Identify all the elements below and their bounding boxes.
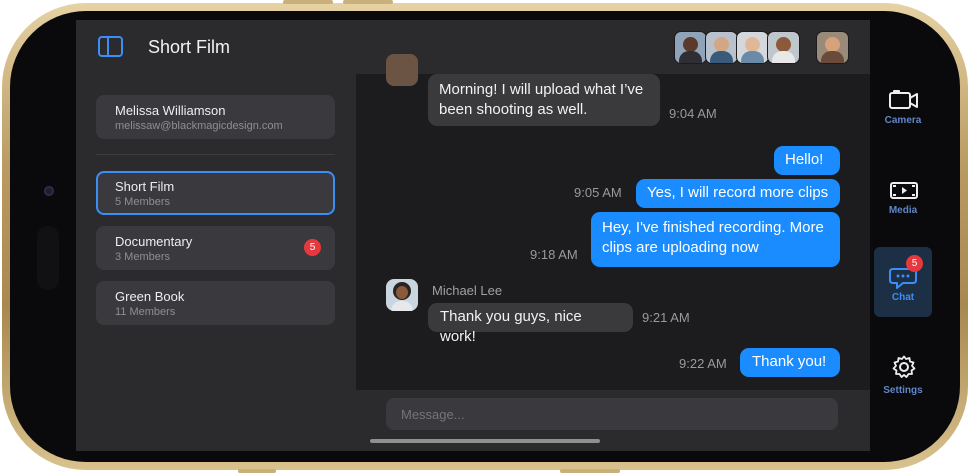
message-bubble: Thank you guys, nice work!: [428, 303, 633, 345]
message-composer: [356, 390, 870, 451]
avatar[interactable]: [705, 31, 738, 64]
message-time: 9:18 AM: [530, 247, 578, 262]
project-item-documentary[interactable]: Documentary 3 Members 5: [96, 226, 335, 270]
side-button: [238, 469, 276, 473]
avatar: [386, 54, 418, 86]
camera-icon: [889, 90, 918, 109]
tab-bar: Camera Media 5 Chat Settings: [870, 20, 936, 451]
message-bubble: Thank you!: [740, 348, 840, 377]
account-email: melissaw@blackmagicdesign.com: [115, 120, 283, 132]
gear-icon: [892, 355, 916, 378]
message-time: 9:05 AM: [574, 185, 622, 200]
project-name: Short Film: [115, 179, 175, 194]
avatar: [386, 279, 418, 311]
message-time: 9:04 AM: [669, 106, 717, 121]
volume-button: [283, 0, 333, 4]
front-camera-icon: [44, 186, 54, 196]
message-input[interactable]: [386, 398, 838, 430]
home-indicator: [370, 439, 600, 443]
volume-button: [343, 0, 393, 4]
header-bar: Short Film: [76, 20, 870, 74]
tab-camera[interactable]: Camera: [874, 70, 932, 140]
project-name: Green Book: [115, 289, 185, 304]
app-screen: Short Film Melissa Williamson melissaw@b…: [76, 20, 870, 451]
divider: [96, 154, 335, 155]
sidebar-toggle-icon[interactable]: [98, 36, 123, 57]
chat-badge: 5: [906, 255, 923, 272]
tab-label: Settings: [883, 385, 923, 396]
avatar[interactable]: [674, 31, 707, 64]
tab-label: Media: [888, 205, 918, 216]
project-item-green-book[interactable]: Green Book 11 Members: [96, 281, 335, 325]
project-name: Documentary: [115, 234, 193, 249]
project-members: 3 Members: [115, 251, 171, 263]
avatar[interactable]: [816, 31, 849, 64]
project-sidebar: Melissa Williamson melissaw@blackmagicde…: [76, 74, 356, 451]
unread-badge: 5: [304, 239, 321, 256]
message-bubble: Hello!: [774, 146, 840, 175]
tab-media[interactable]: Media: [874, 160, 932, 230]
project-members: 5 Members: [115, 196, 171, 208]
project-item-short-film[interactable]: Short Film 5 Members: [96, 171, 335, 215]
account-name: Melissa Williamson: [115, 103, 226, 118]
sender-name: Michael Lee: [432, 283, 503, 298]
message-bubble: Yes, I will record more clips: [636, 179, 840, 208]
message-bubble: Morning! I will upload what I’ve been sh…: [428, 74, 660, 126]
tab-label: Camera: [884, 115, 922, 126]
tab-chat[interactable]: 5 Chat: [874, 247, 932, 317]
message-time: 9:21 AM: [642, 310, 690, 325]
project-members: 11 Members: [115, 306, 176, 318]
avatar[interactable]: [736, 31, 769, 64]
page-title: Short Film: [148, 37, 231, 57]
avatar[interactable]: [767, 31, 800, 64]
message-time: 9:22 AM: [679, 356, 727, 371]
film-icon: [890, 182, 918, 199]
power-button: [560, 469, 620, 473]
dynamic-island: [37, 226, 59, 290]
chat-thread: Morning! I will upload what I’ve been sh…: [356, 54, 870, 390]
account-card[interactable]: Melissa Williamson melissaw@blackmagicde…: [96, 95, 335, 139]
tab-settings[interactable]: Settings: [874, 340, 932, 410]
tab-label: Chat: [891, 292, 915, 303]
message-bubble: Hey, I've finished recording. More clips…: [591, 212, 840, 267]
